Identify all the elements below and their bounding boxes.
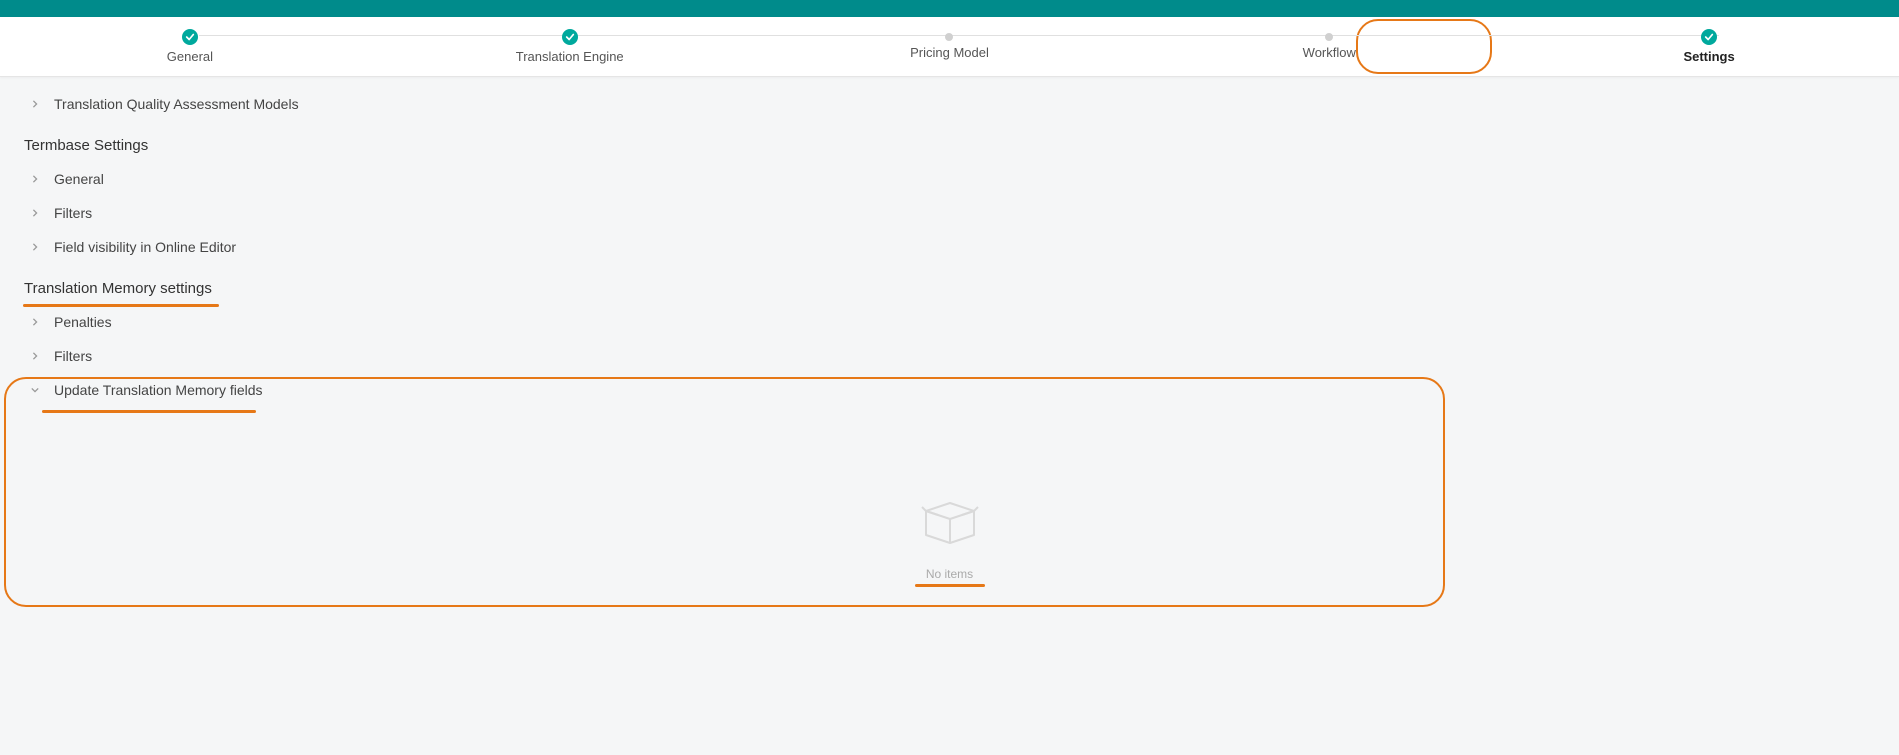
tree-item-label: Penalties (54, 314, 112, 330)
chevron-right-icon (30, 208, 40, 218)
tree-item-label: Filters (54, 348, 92, 364)
tree-item-penalties[interactable]: Penalties (0, 305, 1899, 339)
step-label: Settings (1683, 49, 1734, 64)
tree-item-field-visibility[interactable]: Field visibility in Online Editor (0, 230, 1899, 264)
step-pricing-model[interactable]: Pricing Model (760, 33, 1140, 60)
tree-item-label: Field visibility in Online Editor (54, 239, 236, 255)
check-icon (562, 29, 578, 45)
chevron-right-icon (30, 242, 40, 252)
step-label: Workflow (1303, 45, 1356, 60)
tree-item-label: Filters (54, 205, 92, 221)
empty-state-message: No items (926, 567, 973, 581)
empty-state-text: No items (926, 567, 973, 581)
step-label: Translation Engine (516, 49, 624, 64)
annotation-underline (915, 584, 985, 587)
tree-item-label: Update Translation Memory fields (54, 382, 263, 398)
section-heading-termbase: Termbase Settings (0, 121, 1899, 162)
section-heading-label: Termbase Settings (24, 137, 148, 154)
empty-state: No items (0, 407, 1899, 611)
check-icon (1701, 29, 1717, 45)
annotation-underline (42, 410, 256, 413)
wizard-stepper: General Translation Engine Pricing Model… (0, 17, 1899, 77)
tree-item-general[interactable]: General (0, 162, 1899, 196)
chevron-right-icon (30, 99, 40, 109)
tree-item-filters-tb[interactable]: Filters (0, 196, 1899, 230)
section-heading-tm: Translation Memory settings (0, 264, 1899, 305)
settings-content: Translation Quality Assessment Models Te… (0, 77, 1899, 651)
chevron-right-icon (30, 317, 40, 327)
chevron-right-icon (30, 174, 40, 184)
tree-item-filters-tm[interactable]: Filters (0, 339, 1899, 373)
empty-box-icon (918, 497, 982, 547)
chevron-down-icon (30, 385, 40, 395)
chevron-right-icon (30, 351, 40, 361)
annotation-underline (23, 304, 219, 307)
tree-item-label: Translation Quality Assessment Models (54, 96, 299, 112)
tree-item-update-tm-fields[interactable]: Update Translation Memory fields (0, 373, 1899, 407)
check-icon (182, 29, 198, 45)
step-label: General (167, 49, 213, 64)
step-workflow[interactable]: Workflow (1139, 33, 1519, 60)
dot-icon (1325, 33, 1333, 41)
step-label: Pricing Model (910, 45, 989, 60)
top-app-bar (0, 0, 1899, 17)
tree-item-tqa-models[interactable]: Translation Quality Assessment Models (0, 87, 1899, 121)
tree-item-label: General (54, 171, 104, 187)
dot-icon (945, 33, 953, 41)
section-heading-label: Translation Memory settings (24, 280, 212, 297)
